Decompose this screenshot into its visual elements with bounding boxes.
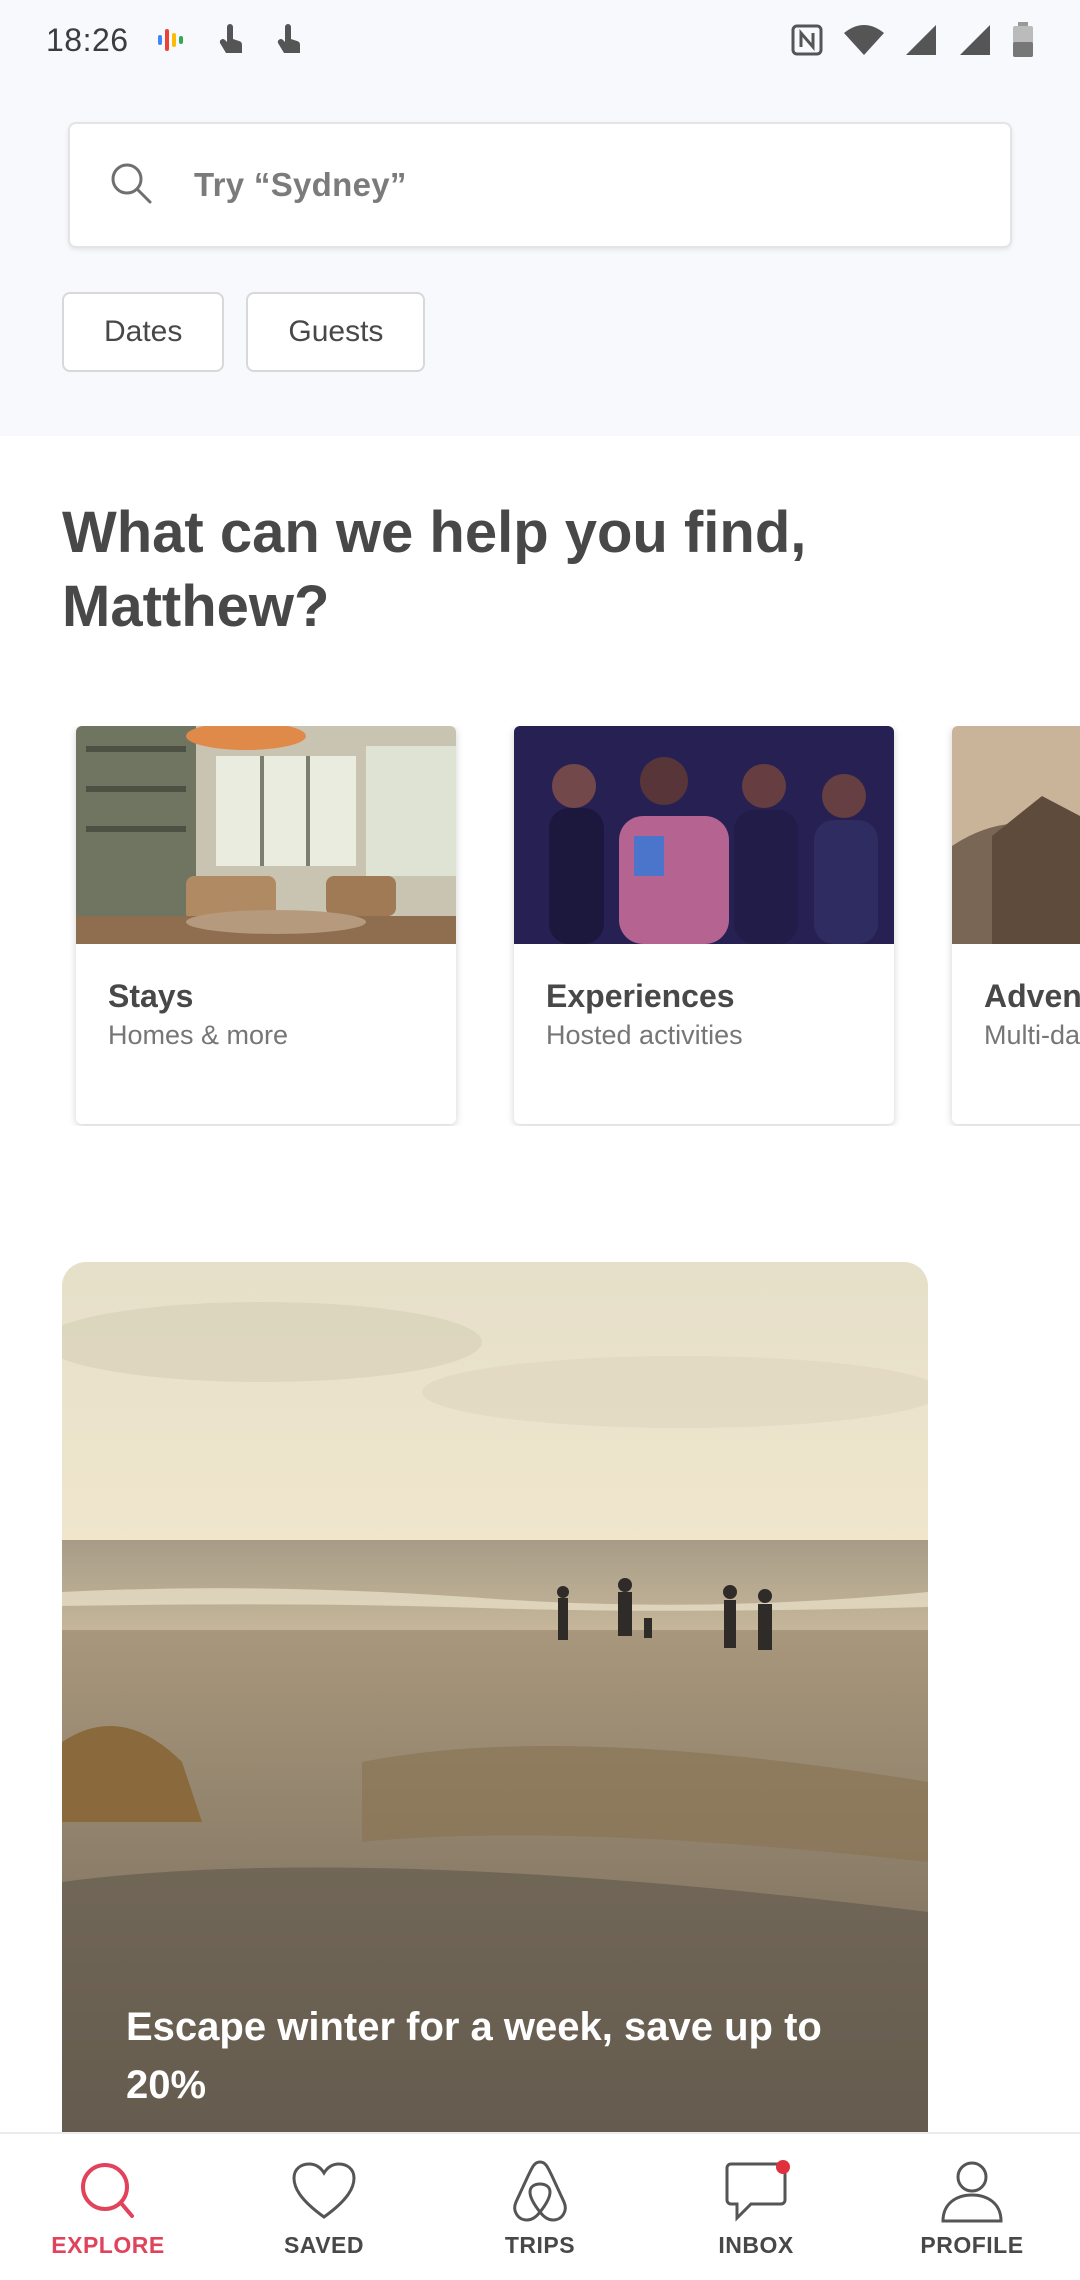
battery-icon [1012,22,1034,58]
category-carousel[interactable]: Stays Homes & more Experiences Hosted ac… [0,726,1080,1126]
adventures-image [952,726,1080,944]
card-title: Adven [984,978,1080,1014]
category-card-adventures[interactable]: Adven Multi-da [952,726,1080,1124]
card-title: Experiences [546,978,735,1014]
nav-label: TRIPS [504,2232,576,2258]
nav-label: EXPLORE [51,2232,165,2258]
nav-trips[interactable]: TRIPS [432,2134,648,2280]
search-area: Try “Sydney” Dates Guests [0,80,1080,436]
filter-row: Dates Guests [62,292,426,372]
card-subtitle: Homes & more [108,1020,289,1050]
promo-text: Escape winter for a week, save up to 20% [126,2005,822,2107]
signal-icon [904,23,940,57]
search-placeholder: Try “Sydney” [194,166,407,203]
experiences-image [514,726,894,944]
touch-icon [217,23,247,57]
stays-image [76,726,456,944]
nav-explore[interactable]: EXPLORE [0,2134,216,2280]
nav-label: INBOX [718,2232,794,2258]
card-subtitle: Hosted activities [546,1020,743,1050]
search-icon [78,2158,138,2224]
heart-icon [291,2158,357,2224]
dates-filter-button[interactable]: Dates [62,292,225,372]
signal-icon [958,23,994,57]
card-subtitle: Multi-da [984,1020,1080,1050]
status-bar: 18:26 [0,0,1080,80]
nav-profile[interactable]: PROFILE [864,2134,1080,2280]
search-input[interactable]: Try “Sydney” [68,122,1012,248]
category-card-stays[interactable]: Stays Homes & more [76,726,456,1124]
google-assistant-icon [155,23,189,57]
search-icon [108,160,154,211]
guests-filter-button[interactable]: Guests [246,292,426,372]
nfc-icon [790,23,824,57]
nav-label: PROFILE [920,2232,1024,2258]
nav-saved[interactable]: SAVED [216,2134,432,2280]
page-heading: What can we help you find, Matthew? [62,500,807,639]
notification-badge [776,2160,790,2174]
card-title: Stays [108,978,194,1014]
airbnb-logo-icon [510,2158,570,2224]
nav-inbox[interactable]: INBOX [648,2134,864,2280]
nav-label: SAVED [283,2232,365,2258]
promo-banner[interactable]: Escape winter for a week, save up to 20% [62,1262,928,2132]
touch-icon [275,23,305,57]
category-card-experiences[interactable]: Experiences Hosted activities [514,726,894,1124]
wifi-icon [842,23,886,57]
bottom-nav: EXPLORE SAVED TRIPS INBOX PROFILE [0,2132,1080,2280]
status-time: 18:26 [46,21,129,58]
person-icon [939,2158,1005,2224]
